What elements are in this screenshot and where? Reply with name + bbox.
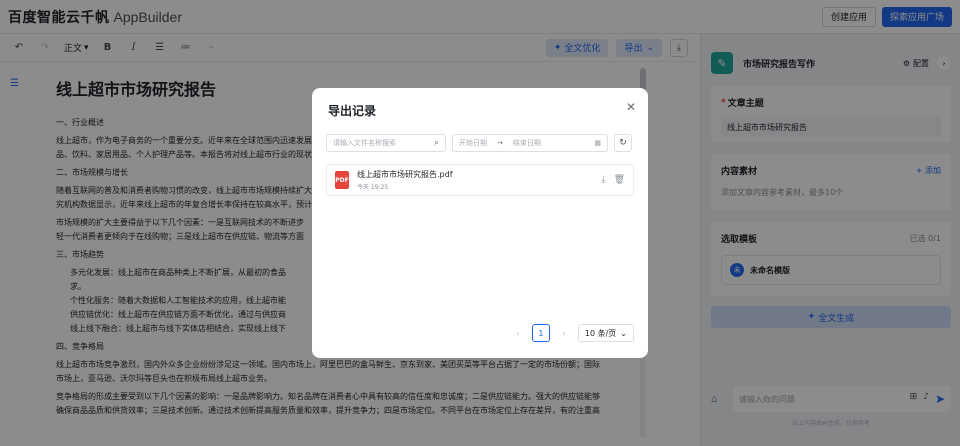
filter-row: 请输入文件名称搜索 ⌕ 开始日期 → 结束日期 ▦ ↻ (326, 134, 634, 152)
date-range-picker[interactable]: 开始日期 → 结束日期 ▦ (452, 134, 608, 152)
search-input[interactable]: 请输入文件名称搜索 ⌕ (326, 134, 446, 152)
page-number[interactable]: 1 (531, 324, 550, 342)
search-icon: ⌕ (433, 138, 439, 148)
prev-page-icon[interactable]: ‹ (512, 329, 524, 338)
file-info: 线上超市市场研究报告.pdf 今天 19:25 (357, 169, 453, 191)
start-date-placeholder: 开始日期 (459, 139, 487, 147)
search-placeholder: 请输入文件名称搜索 (333, 139, 396, 147)
export-record-row[interactable]: PDF 线上超市市场研究报告.pdf 今天 19:25 ⤓ 🗑 (326, 164, 634, 196)
chevron-down-icon: ⌄ (620, 328, 627, 338)
pdf-file-icon: PDF (335, 171, 349, 189)
arrow-right-icon: → (497, 139, 503, 147)
download-icon[interactable]: ⤓ (602, 175, 606, 185)
page-size-select[interactable]: 10 条/页 ⌄ (577, 324, 634, 342)
delete-icon[interactable]: 🗑 (614, 175, 625, 185)
close-icon[interactable]: ✕ (624, 100, 638, 114)
file-name: 线上超市市场研究报告.pdf (357, 170, 453, 179)
file-time: 今天 19:25 (357, 184, 389, 191)
file-actions: ⤓ 🗑 (602, 175, 625, 185)
refresh-icon[interactable]: ↻ (614, 134, 632, 152)
end-date-placeholder: 结束日期 (512, 139, 541, 147)
modal-title: 导出记录 (328, 104, 377, 118)
calendar-icon: ▦ (594, 139, 601, 147)
export-records-modal: 导出记录 ✕ 请输入文件名称搜索 ⌕ 开始日期 → 结束日期 ▦ ↻ PDF 线… (312, 88, 648, 358)
next-page-icon[interactable]: › (558, 329, 570, 338)
page-size-label: 10 条/页 (584, 328, 617, 338)
pagination: ‹ 1 › 10 条/页 ⌄ (512, 324, 634, 342)
